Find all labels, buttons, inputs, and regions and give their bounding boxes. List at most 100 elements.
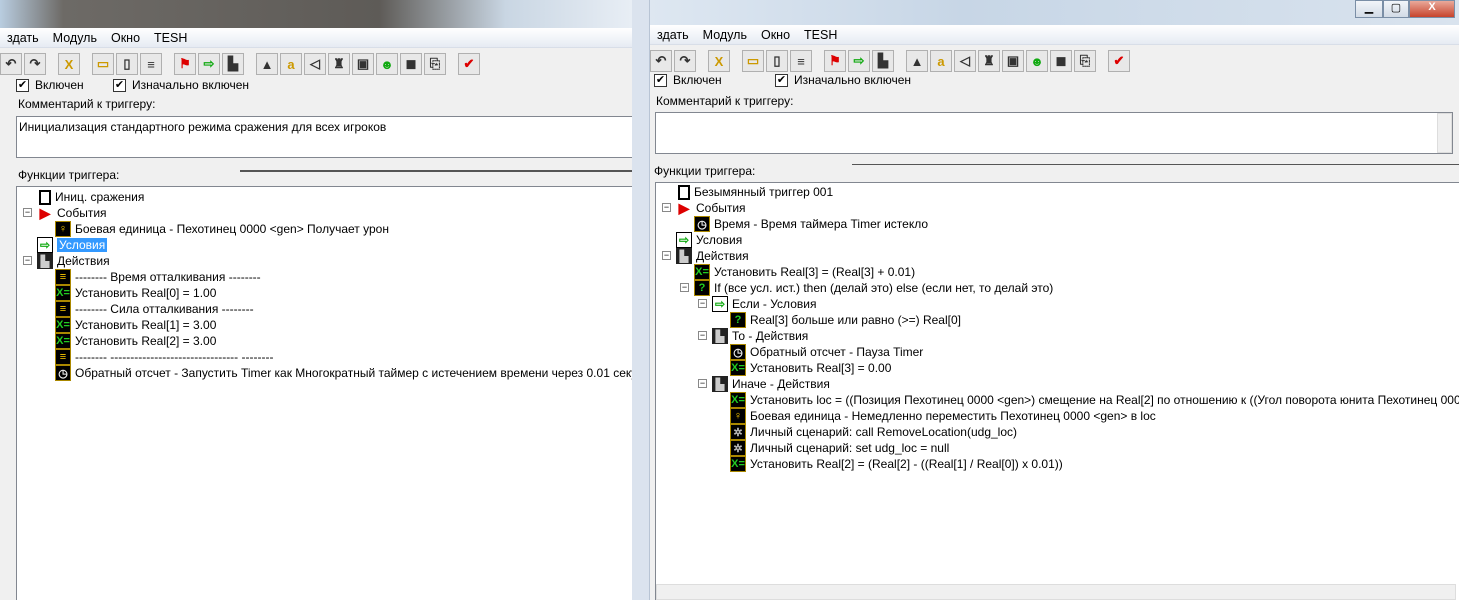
tree-item[interactable]: X= Установить loc = ((Позиция Пехотинец 0…	[730, 392, 1459, 408]
collapse-toggle[interactable]: −	[698, 331, 707, 340]
splitter[interactable]	[240, 170, 632, 172]
ai-button[interactable]: ☻	[376, 53, 398, 75]
comment-textarea[interactable]: Инициализация стандартного режима сражен…	[16, 116, 632, 158]
tree-item[interactable]: − ▙ Действия	[23, 253, 110, 269]
collapse-toggle[interactable]: −	[23, 256, 32, 265]
tree-item[interactable]: X= Установить Real[0] = 1.00	[55, 285, 216, 301]
menu-create[interactable]: здать	[0, 31, 46, 45]
tree-item[interactable]: − ▙ Действия	[662, 248, 749, 264]
import-button[interactable]: ◼	[1050, 50, 1072, 72]
menu-tesh[interactable]: TESH	[147, 31, 194, 45]
tree-item[interactable]: X= Установить Real[3] = (Real[3] + 0.01)	[694, 264, 915, 280]
trigger-functions-tree[interactable]: Безымянный триггер 001− ▶ События ◷ Время - …	[655, 182, 1459, 600]
redo-button[interactable]: ↷	[24, 53, 46, 75]
new-doc-button[interactable]: ▯	[766, 50, 788, 72]
new-file-button[interactable]: ⎘	[424, 53, 446, 75]
tree-item[interactable]: − ▶ События	[23, 205, 107, 221]
collapse-toggle[interactable]: −	[23, 208, 32, 217]
tree-item[interactable]: X= Установить Real[3] = 0.00	[730, 360, 891, 376]
test-map-button[interactable]: ✔	[1108, 50, 1130, 72]
collapse-toggle[interactable]: −	[698, 379, 707, 388]
tree-item[interactable]: X= Установить Real[2] = 3.00	[55, 333, 216, 349]
terrain-button[interactable]: ▲	[256, 53, 278, 75]
tree-item[interactable]: ≡ -------- ------------------------------…	[55, 349, 273, 365]
object-button[interactable]: ♜	[328, 53, 350, 75]
test-map-button[interactable]: ✔	[458, 53, 480, 75]
x-button[interactable]: X	[708, 50, 730, 72]
text-button[interactable]: a	[930, 50, 952, 72]
initially-on-checkbox[interactable]: ✔ Изначально включен	[113, 78, 249, 92]
event-flag-button[interactable]: ⚑	[824, 50, 846, 72]
text-button[interactable]: a	[280, 53, 302, 75]
import-button[interactable]: ◼	[400, 53, 422, 75]
ai-button[interactable]: ☻	[1026, 50, 1048, 72]
sound-button[interactable]: ◁	[954, 50, 976, 72]
tree-item[interactable]: −? If (все усл. ист.) then (делай это) el…	[680, 280, 1053, 296]
menu-create[interactable]: здать	[650, 28, 696, 42]
folder-button[interactable]: ▭	[92, 53, 114, 75]
camera-button[interactable]: ▣	[1002, 50, 1024, 72]
tree-item[interactable]: − ▙ То - Действия	[698, 328, 808, 344]
condition-button[interactable]: ⇨	[848, 50, 870, 72]
collapse-toggle[interactable]: −	[662, 203, 671, 212]
redo-button[interactable]: ↷	[674, 50, 696, 72]
collapse-toggle[interactable]: −	[698, 299, 707, 308]
tree-item[interactable]: Безымянный триггер 001	[676, 184, 833, 200]
comment-button[interactable]: ≡	[140, 53, 162, 75]
object-button[interactable]: ♜	[978, 50, 1000, 72]
tree-item[interactable]: ? Real[3] больше или равно (>=) Real[0]	[730, 312, 961, 328]
event-flag-button[interactable]: ⚑	[174, 53, 196, 75]
tree-item[interactable]: ✲ Личный сценарий: call RemoveLocation(ud…	[730, 424, 1017, 440]
tree-item[interactable]: ✲ Личный сценарий: set udg_loc = null	[730, 440, 949, 456]
tree-item[interactable]: X= Установить Real[2] = (Real[2] - ((Real…	[730, 456, 1063, 472]
condition-button[interactable]: ⇨	[198, 53, 220, 75]
close-button[interactable]: X	[1409, 0, 1455, 18]
menu-window[interactable]: Окно	[754, 28, 797, 42]
tree-item[interactable]: ♀ Боевая единица - Немедленно переместить…	[730, 408, 1156, 424]
enabled-checkbox[interactable]: ✔ Включен	[654, 73, 722, 87]
collapse-toggle[interactable]: −	[680, 283, 689, 292]
menu-window[interactable]: Окно	[104, 31, 147, 45]
sound-button[interactable]: ◁	[304, 53, 326, 75]
minimize-button[interactable]: ▁	[1355, 0, 1383, 18]
tree-item[interactable]: ≡ -------- Сила отталкивания --------	[55, 301, 254, 317]
tree-item[interactable]: − ▶ События	[662, 200, 746, 216]
action-button[interactable]: ▙	[872, 50, 894, 72]
collapse-toggle[interactable]: −	[662, 251, 671, 260]
tree-item[interactable]: ♀ Боевая единица - Пехотинец 0000 <gen> П…	[55, 221, 389, 237]
set-icon: X=	[55, 333, 71, 349]
tree-item[interactable]: ◷ Время - Время таймера Timer истекло	[694, 216, 928, 232]
comment-button[interactable]: ≡	[790, 50, 812, 72]
tree-item[interactable]: ⇨ Условия	[37, 237, 108, 253]
tree-item[interactable]: ≡ -------- Время отталкивания --------	[55, 269, 261, 285]
undo-button[interactable]: ↶	[0, 53, 22, 75]
comment-scrollbar[interactable]	[1437, 113, 1452, 153]
comment-textarea[interactable]	[655, 112, 1453, 154]
new-doc-button[interactable]: ▯	[116, 53, 138, 75]
x-button[interactable]: X	[58, 53, 80, 75]
enabled-checkbox[interactable]: ✔ Включен	[16, 78, 84, 92]
splitter[interactable]	[852, 164, 1459, 165]
menu-module[interactable]: Модуль	[46, 31, 104, 45]
tree-item[interactable]: − ⇨ Если - Условия	[698, 296, 816, 312]
menu-module[interactable]: Модуль	[696, 28, 754, 42]
folder-button[interactable]: ▭	[742, 50, 764, 72]
if-icon: ?	[694, 280, 710, 296]
action-button[interactable]: ▙	[222, 53, 244, 75]
undo-button[interactable]: ↶	[650, 50, 672, 72]
camera-button[interactable]: ▣	[352, 53, 374, 75]
menu-tesh[interactable]: TESH	[797, 28, 844, 42]
text-icon: a	[937, 53, 945, 69]
trigger-functions-tree[interactable]: Иниц. сражения − ▶ События ♀ Боевая единица -…	[16, 186, 632, 600]
tree-item[interactable]: Иниц. сражения	[37, 189, 144, 205]
tree-item[interactable]: X= Установить Real[1] = 3.00	[55, 317, 216, 333]
tree-item[interactable]: − ▙ Иначе - Действия	[698, 376, 830, 392]
new-file-button[interactable]: ⎘	[1074, 50, 1096, 72]
horizontal-scrollbar[interactable]	[656, 584, 1456, 600]
tree-item[interactable]: ◷ Обратный отсчет - Пауза Timer	[730, 344, 923, 360]
maximize-button[interactable]: ▢	[1383, 0, 1409, 18]
tree-item[interactable]: ⇨ Условия	[676, 232, 742, 248]
terrain-button[interactable]: ▲	[906, 50, 928, 72]
tree-item[interactable]: ◷ Обратный отсчет - Запустить Timer как М…	[55, 365, 632, 381]
initially-on-checkbox[interactable]: ✔ Изначально включен	[775, 73, 911, 87]
